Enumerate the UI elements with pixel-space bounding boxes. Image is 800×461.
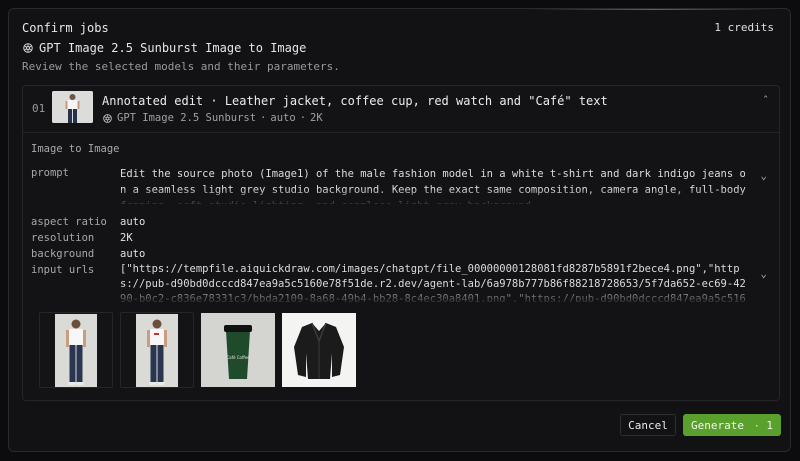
- chevron-up-icon[interactable]: ˆ: [762, 94, 769, 107]
- param-key-prompt: prompt: [31, 167, 69, 179]
- dialog-subtitle: Review the selected models and their par…: [22, 60, 340, 73]
- input-image-thumbnails: Café Coffee: [39, 312, 356, 388]
- generate-button[interactable]: Generate · 1: [683, 414, 781, 436]
- param-key-aspect-ratio: aspect ratio: [31, 216, 107, 228]
- job-thumbnail: [52, 91, 93, 123]
- job-index: 01: [32, 102, 46, 115]
- confirm-jobs-dialog: Confirm jobs 1 credits GPT Image 2.5 Sun…: [8, 8, 791, 452]
- openai-logo-icon: [103, 113, 112, 123]
- chevron-down-icon[interactable]: ⌄: [760, 169, 767, 182]
- background-value: auto: [120, 248, 146, 260]
- param-key-input-urls: input urls: [31, 264, 95, 276]
- job-card: 01 Annotated edit · Leather jacket, coff…: [22, 85, 780, 401]
- credits-count: 1 credits: [714, 21, 774, 34]
- model-heading: GPT Image 2.5 Sunburst Image to Image: [22, 41, 306, 55]
- cup-label: Café Coffee: [226, 355, 250, 360]
- input-urls-value: ["https://tempfile.aiquickdraw.com/image…: [120, 263, 746, 302]
- dialog-title: Confirm jobs: [22, 21, 109, 35]
- job-meta-separator: ·: [260, 112, 267, 124]
- job-meta-resolution: 2K: [310, 112, 323, 124]
- input-image-3[interactable]: Café Coffee: [201, 312, 275, 388]
- generate-count: · 1: [753, 418, 773, 432]
- job-meta-model: GPT Image 2.5 Sunburst: [117, 112, 257, 124]
- cancel-button[interactable]: Cancel: [620, 414, 676, 436]
- job-card-header[interactable]: 01 Annotated edit · Leather jacket, coff…: [23, 86, 779, 133]
- param-key-background: background: [31, 248, 95, 260]
- resolution-value: 2K: [120, 232, 133, 244]
- input-image-2[interactable]: [120, 312, 194, 388]
- openai-logo-icon: [23, 43, 33, 53]
- input-image-4[interactable]: [282, 312, 356, 388]
- aspect-ratio-value: auto: [120, 216, 146, 228]
- param-key-resolution: resolution: [31, 232, 95, 244]
- job-meta-separator: ·: [299, 112, 307, 124]
- job-meta-mode: auto: [270, 112, 296, 124]
- model-name: GPT Image 2.5 Sunburst Image to Image: [39, 41, 307, 55]
- top-glow-accent: [529, 9, 779, 10]
- section-label: Image to Image: [31, 143, 120, 155]
- job-meta: GPT Image 2.5 Sunburst · auto · 2K: [102, 112, 323, 124]
- job-title: Annotated edit · Leather jacket, coffee …: [102, 94, 608, 108]
- chevron-down-icon[interactable]: ⌄: [760, 267, 767, 280]
- generate-label: Generate: [691, 418, 744, 432]
- prompt-value: Edit the source photo (Image1) of the ma…: [120, 168, 746, 204]
- input-image-1[interactable]: [39, 312, 113, 388]
